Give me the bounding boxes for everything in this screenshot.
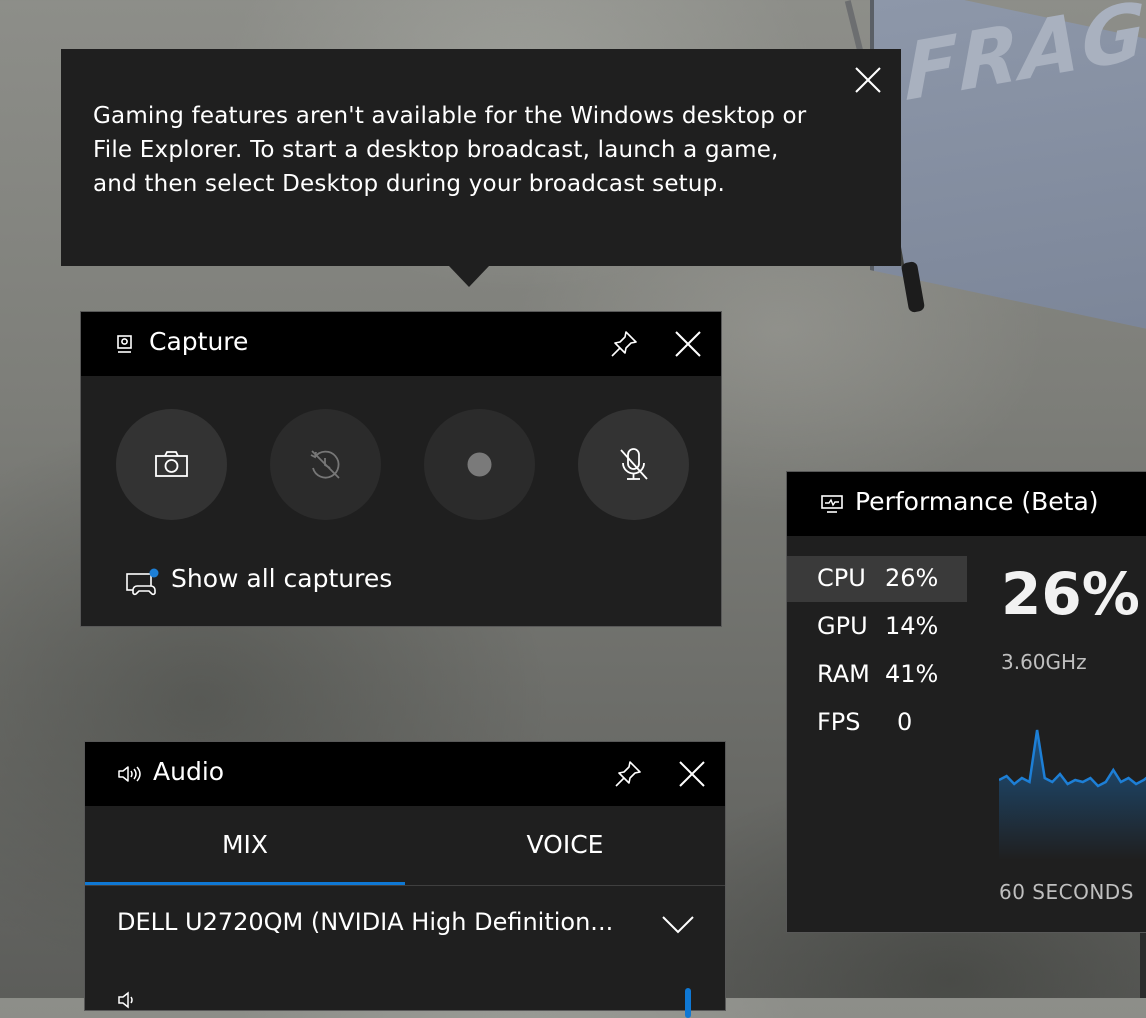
- tab-mix[interactable]: MIX: [85, 808, 405, 886]
- metric-row-ram[interactable]: RAM 41%: [787, 652, 967, 698]
- metric-value: 14%: [885, 612, 939, 640]
- tab-voice[interactable]: VOICE: [405, 808, 725, 886]
- audio-close-button[interactable]: [677, 759, 707, 789]
- capture-title: Capture: [149, 327, 249, 356]
- tabs-divider: [85, 885, 725, 886]
- mic-off-icon: [620, 448, 648, 480]
- audio-widget: Audio MIX VOICE DELL U2720QM (NVIDIA Hig…: [84, 741, 726, 1018]
- camera-icon: [155, 451, 188, 477]
- record-dot-icon: [467, 452, 492, 477]
- graph-time-label: 60 SECONDS: [999, 880, 1134, 904]
- start-recording-button[interactable]: [424, 409, 535, 520]
- tooltip-close-button[interactable]: [853, 65, 883, 95]
- tooltip-arrow: [449, 266, 489, 287]
- speaker-icon: [118, 991, 133, 1009]
- chevron-down-icon: [662, 916, 694, 934]
- metric-value: 41%: [885, 660, 939, 688]
- audio-title: Audio: [153, 757, 225, 786]
- audio-pin-button[interactable]: [613, 759, 643, 789]
- pin-icon: [615, 761, 641, 787]
- performance-header[interactable]: Performance (Beta): [787, 472, 1146, 536]
- audio-header[interactable]: Audio: [85, 742, 725, 806]
- metric-value: 0: [897, 708, 913, 736]
- graph-area: [999, 730, 1146, 860]
- background-rod: [1140, 930, 1146, 998]
- metric-row-gpu[interactable]: GPU 14%: [787, 604, 967, 650]
- graph-line: [999, 729, 1146, 788]
- metric-name: CPU: [817, 564, 866, 592]
- show-all-captures-label: Show all captures: [171, 564, 393, 593]
- tooltip-message: Gaming features aren't available for the…: [93, 103, 807, 197]
- cpu-usage-graph: [999, 729, 1146, 860]
- pin-icon: [611, 331, 637, 357]
- monitor-chart-icon: [821, 495, 843, 513]
- cpu-big-value: 26%: [1001, 560, 1140, 628]
- metric-name: FPS: [817, 708, 861, 736]
- gallery-controller-icon: [126, 568, 159, 596]
- metric-name: GPU: [817, 612, 868, 640]
- webcam-icon: [117, 335, 132, 353]
- capture-pin-button[interactable]: [609, 329, 639, 359]
- metric-row-cpu[interactable]: CPU 26%: [787, 556, 967, 602]
- volume-slider-thumb[interactable]: [685, 988, 691, 1018]
- mic-toggle-button[interactable]: [578, 409, 689, 520]
- desktop-unavailable-tooltip: Gaming features aren't available for the…: [61, 49, 901, 266]
- close-icon: [679, 761, 705, 787]
- capture-close-button[interactable]: [673, 329, 703, 359]
- performance-widget: Performance (Beta) CPU 26% GPU 14% RAM 4…: [786, 471, 1146, 933]
- close-icon: [675, 331, 701, 357]
- cpu-frequency: 3.60GHz: [1001, 650, 1087, 674]
- metric-name: RAM: [817, 660, 870, 688]
- tab-label: VOICE: [526, 830, 604, 859]
- capture-header[interactable]: Capture: [81, 312, 721, 376]
- output-device-dropdown[interactable]: DELL U2720QM (NVIDIA High Definition...: [85, 888, 725, 960]
- record-last-30s-button[interactable]: [270, 409, 381, 520]
- speaker-icon: [118, 766, 141, 782]
- record-history-icon: [310, 450, 340, 479]
- output-device-label: DELL U2720QM (NVIDIA High Definition...: [117, 908, 614, 936]
- screenshot-button[interactable]: [116, 409, 227, 520]
- close-icon: [855, 67, 881, 93]
- performance-title: Performance (Beta): [855, 487, 1099, 516]
- tab-label: MIX: [221, 830, 269, 859]
- metric-row-fps[interactable]: FPS 0: [787, 700, 967, 746]
- metric-value: 26%: [885, 564, 939, 592]
- capture-widget: Capture Show all captures: [80, 311, 722, 627]
